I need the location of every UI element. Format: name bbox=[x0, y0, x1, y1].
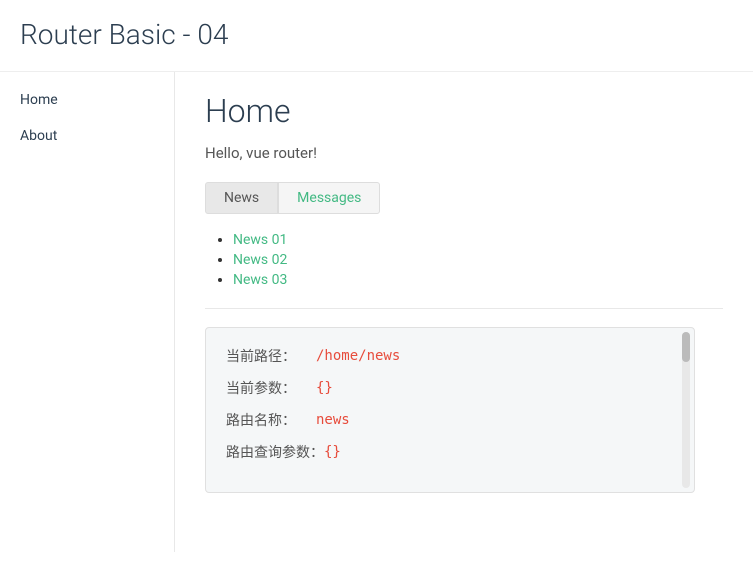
info-panel: 当前路径： /home/news 当前参数： {} 路由名称： news 路由查… bbox=[205, 327, 695, 493]
info-label-name: 路由名称： bbox=[226, 410, 316, 430]
tab-bar: News Messages bbox=[205, 182, 723, 214]
news-list: News 01 News 02 News 03 bbox=[205, 232, 723, 288]
info-value-path: /home/news bbox=[316, 348, 400, 364]
scrollbar-track[interactable] bbox=[682, 332, 690, 488]
info-label-params: 当前参数： bbox=[226, 378, 316, 398]
info-row-path: 当前路径： /home/news bbox=[226, 346, 674, 366]
sidebar: Home About bbox=[0, 72, 175, 552]
list-item: News 02 bbox=[233, 252, 723, 268]
news-item-3[interactable]: News 03 bbox=[233, 272, 287, 288]
list-item: News 01 bbox=[233, 232, 723, 248]
sidebar-item-about[interactable]: About bbox=[0, 118, 174, 154]
sidebar-item-home[interactable]: Home bbox=[0, 82, 174, 118]
news-item-1[interactable]: News 01 bbox=[233, 232, 287, 248]
news-item-2[interactable]: News 02 bbox=[233, 252, 287, 268]
tab-news[interactable]: News bbox=[205, 182, 278, 214]
main-content: Home Hello, vue router! News Messages Ne… bbox=[175, 72, 753, 552]
tab-messages[interactable]: Messages bbox=[278, 182, 380, 214]
scrollbar-thumb[interactable] bbox=[682, 332, 690, 362]
list-item: News 03 bbox=[233, 272, 723, 288]
info-value-name: news bbox=[316, 412, 350, 428]
info-row-name: 路由名称： news bbox=[226, 410, 674, 430]
info-label-path: 当前路径： bbox=[226, 346, 316, 366]
home-heading: Home bbox=[205, 92, 723, 130]
greeting-text: Hello, vue router! bbox=[205, 144, 723, 162]
info-value-query: {} bbox=[324, 444, 341, 460]
divider bbox=[205, 308, 723, 309]
info-row-params: 当前参数： {} bbox=[226, 378, 674, 398]
page-title: Router Basic - 04 bbox=[0, 0, 753, 72]
info-row-query: 路由查询参数： {} bbox=[226, 442, 674, 462]
info-label-query: 路由查询参数： bbox=[226, 442, 324, 462]
info-value-params: {} bbox=[316, 380, 333, 396]
